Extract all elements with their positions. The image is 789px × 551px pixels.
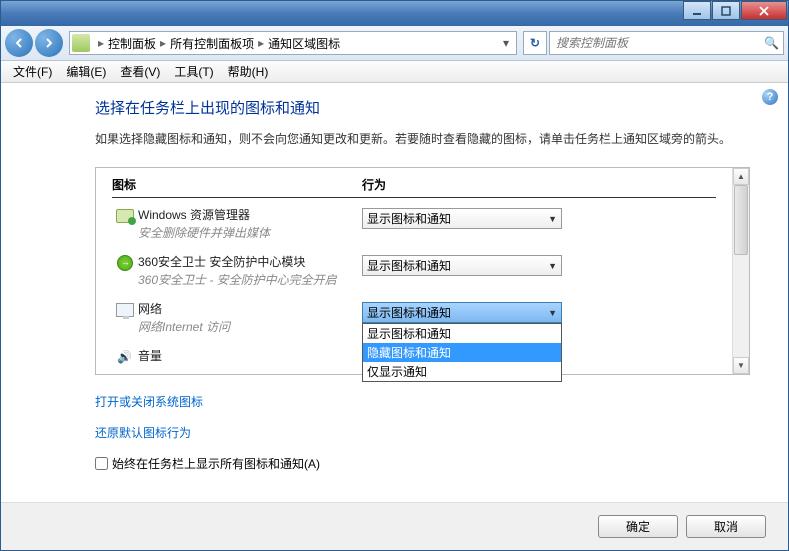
chevron-down-icon: ▼	[548, 261, 557, 271]
control-panel-icon	[72, 34, 90, 52]
behavior-select[interactable]: 显示图标和通知 ▼	[362, 255, 562, 276]
always-show-checkbox[interactable]	[95, 457, 108, 470]
title-bar	[1, 1, 788, 26]
search-box[interactable]: 🔍	[549, 31, 784, 55]
scroll-up-button[interactable]: ▲	[733, 168, 749, 185]
list-row: Windows 资源管理器 安全删除硬件并弹出媒体 显示图标和通知 ▼	[112, 206, 716, 241]
list-row: 网络 网络Internet 访问 显示图标和通知 ▼ 显示图标和通知 隐藏图标和…	[112, 300, 716, 335]
breadcrumb-part1[interactable]: 控制面板	[108, 35, 156, 52]
select-value: 显示图标和通知	[367, 257, 451, 274]
refresh-button[interactable]: ↻	[523, 31, 547, 55]
scrollbar[interactable]: ▲ ▼	[732, 168, 749, 374]
behavior-select[interactable]: 显示图标和通知 ▼	[362, 208, 562, 229]
volume-icon	[112, 347, 138, 367]
always-show-label[interactable]: 始终在任务栏上显示所有图标和通知(A)	[112, 455, 320, 472]
breadcrumb-sep: ▸	[160, 36, 166, 50]
drive-icon	[112, 206, 138, 226]
breadcrumb-dropdown-icon[interactable]: ▾	[498, 36, 514, 50]
menu-file[interactable]: 文件(F)	[7, 61, 58, 82]
network-icon	[112, 300, 138, 320]
menu-edit[interactable]: 编辑(E)	[60, 61, 112, 82]
shield-icon	[112, 253, 138, 273]
row-name: Windows 资源管理器	[138, 206, 362, 223]
page-heading: 选择在任务栏上出现的图标和通知	[95, 97, 750, 118]
icon-list-frame: 图标 行为 Windows 资源管理器 安全删除硬件并弹出媒体 显示图标和通知 …	[95, 167, 750, 375]
option-only-notify[interactable]: 仅显示通知	[363, 362, 561, 381]
maximize-button[interactable]	[712, 1, 740, 20]
close-button[interactable]	[741, 1, 787, 20]
menu-help[interactable]: 帮助(H)	[222, 61, 275, 82]
footer: 确定 取消	[1, 502, 788, 550]
menu-bar: 文件(F) 编辑(E) 查看(V) 工具(T) 帮助(H)	[1, 61, 788, 83]
minimize-button[interactable]	[683, 1, 711, 20]
breadcrumb-sep: ▸	[258, 36, 264, 50]
menu-tools[interactable]: 工具(T)	[168, 61, 219, 82]
col-behavior-header: 行为	[362, 176, 716, 193]
chevron-down-icon: ▼	[548, 308, 557, 318]
page-description: 如果选择隐藏图标和通知，则不会向您通知更改和更新。若要随时查看隐藏的图标，请单击…	[95, 130, 750, 149]
menu-view[interactable]: 查看(V)	[114, 61, 166, 82]
scroll-down-button[interactable]: ▼	[733, 357, 749, 374]
nav-forward-button[interactable]	[35, 29, 63, 57]
search-icon[interactable]: 🔍	[764, 36, 779, 50]
breadcrumb[interactable]: ▸ 控制面板 ▸ 所有控制面板项 ▸ 通知区域图标 ▾	[69, 31, 517, 55]
col-icon-header: 图标	[112, 176, 362, 193]
cancel-button[interactable]: 取消	[686, 515, 766, 538]
navigation-bar: ▸ 控制面板 ▸ 所有控制面板项 ▸ 通知区域图标 ▾ ↻ 🔍	[1, 26, 788, 61]
chevron-down-icon: ▼	[548, 214, 557, 224]
breadcrumb-sep: ▸	[98, 36, 104, 50]
select-value: 显示图标和通知	[367, 304, 451, 321]
row-sub: 360安全卫士 - 安全防护中心完全开启	[138, 271, 362, 288]
breadcrumb-part3[interactable]: 通知区域图标	[268, 35, 340, 52]
list-header: 图标 行为	[112, 176, 716, 198]
link-restore-defaults[interactable]: 还原默认图标行为	[95, 424, 750, 441]
content-area: ? 选择在任务栏上出现的图标和通知 如果选择隐藏图标和通知，则不会向您通知更改和…	[1, 83, 788, 502]
help-icon[interactable]: ?	[762, 89, 778, 105]
link-system-icons[interactable]: 打开或关闭系统图标	[95, 393, 750, 410]
list-row: 360安全卫士 安全防护中心模块 360安全卫士 - 安全防护中心完全开启 显示…	[112, 253, 716, 288]
scroll-track[interactable]	[733, 185, 749, 357]
row-sub: 安全删除硬件并弹出媒体	[138, 224, 362, 241]
nav-back-button[interactable]	[5, 29, 33, 57]
row-name: 音量	[138, 347, 362, 364]
option-show-icon-notify[interactable]: 显示图标和通知	[363, 324, 561, 343]
option-hide-icon-notify[interactable]: 隐藏图标和通知	[363, 343, 561, 362]
behavior-select[interactable]: 显示图标和通知 ▼	[362, 302, 562, 323]
breadcrumb-part2[interactable]: 所有控制面板项	[170, 35, 254, 52]
search-input[interactable]	[554, 35, 764, 51]
behavior-dropdown: 显示图标和通知 隐藏图标和通知 仅显示通知	[362, 323, 562, 382]
select-value: 显示图标和通知	[367, 210, 451, 227]
row-name: 网络	[138, 300, 362, 317]
scroll-thumb[interactable]	[734, 185, 748, 255]
ok-button[interactable]: 确定	[598, 515, 678, 538]
row-sub: 网络Internet 访问	[138, 318, 362, 335]
row-name: 360安全卫士 安全防护中心模块	[138, 253, 362, 270]
